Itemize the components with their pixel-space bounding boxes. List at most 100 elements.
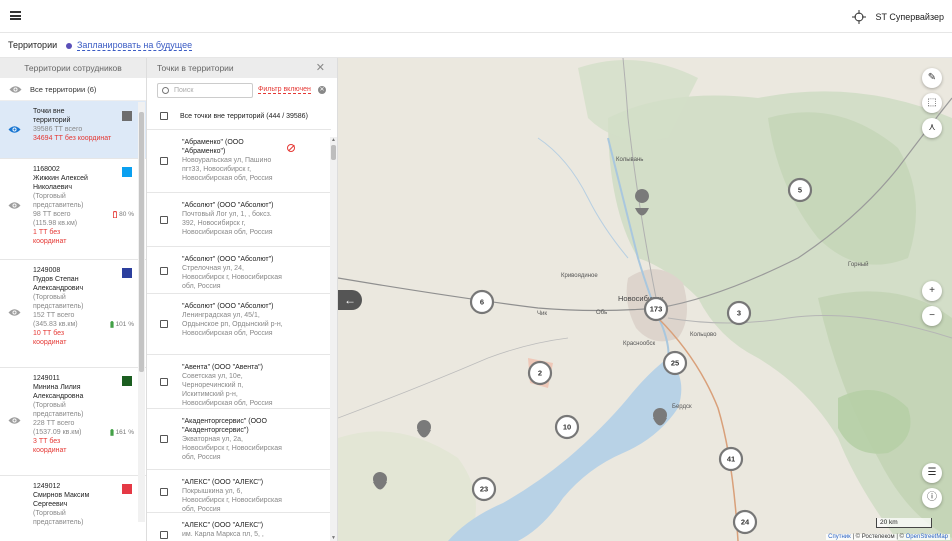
cluster-marker[interactable]: 23 [471, 476, 497, 502]
info-button[interactable]: ⓘ [922, 488, 942, 508]
color-swatch[interactable] [122, 268, 132, 278]
color-swatch[interactable] [122, 111, 132, 121]
scroll-up-icon[interactable]: ▲ [331, 137, 336, 143]
cluster-marker[interactable]: 6 [469, 289, 495, 315]
point-checkbox[interactable] [160, 267, 168, 275]
point-checkbox[interactable] [160, 216, 168, 224]
color-swatch[interactable] [122, 167, 132, 177]
eye-icon[interactable] [8, 125, 21, 134]
territory-total: 152 ТТ всего [33, 312, 75, 319]
cluster-marker[interactable]: 24 [732, 509, 758, 535]
all-territories-label: Все территории (6) [30, 84, 97, 94]
zoom-out-button[interactable]: − [922, 306, 942, 326]
cluster-marker[interactable]: 173 [643, 296, 669, 322]
list-item[interactable]: "Абсолют" (ООО "Абсолют") Почтовый Лог у… [147, 193, 331, 247]
left-panel-scrollbar[interactable] [138, 102, 145, 522]
menu-icon[interactable] [10, 11, 21, 20]
eye-icon[interactable] [8, 308, 21, 317]
plus-icon: + [929, 285, 935, 296]
scroll-thumb[interactable] [331, 145, 336, 160]
collapse-panel-button[interactable]: ← [338, 290, 362, 310]
cluster-marker[interactable]: 25 [662, 350, 688, 376]
territory-name: Пудов Степан Александрович [33, 276, 84, 292]
all-territories-row[interactable]: Все территории (6) [0, 78, 146, 101]
close-icon[interactable]: ✕ [316, 58, 325, 78]
map-scale: 20 km [876, 518, 932, 528]
arrow-left-icon[interactable]: ← [344, 293, 356, 307]
point-checkbox[interactable] [160, 157, 168, 165]
territory-total: 228 ТТ всего [33, 420, 75, 427]
attribution-sputnik-link[interactable]: Спутник [828, 534, 851, 540]
plan-future-link[interactable]: Запланировать на будущее [66, 40, 193, 51]
list-item[interactable]: "АЛЕКС" (ООО "АЛЕКС") им. Карла Маркса п… [147, 513, 331, 541]
polygon-tool-button[interactable]: ⋏ [922, 118, 942, 138]
cluster-marker[interactable]: 5 [787, 177, 813, 203]
place-label: Бердск [672, 404, 692, 410]
battery-icon [109, 429, 114, 436]
map-canvas[interactable]: КолываньКривоядиноеНовосибирскОбьКрасноо… [338, 58, 952, 541]
cluster-count: 10 [563, 423, 571, 432]
territory-item[interactable]: Точки вне территорий 39586 ТТ всего 3469… [0, 101, 146, 159]
point-address: Ленинградская ул, 45/1, Ордынское рп, Ор… [182, 312, 283, 337]
filter-enabled-link[interactable]: Фильтр включен [258, 86, 311, 94]
select-all-checkbox[interactable] [160, 112, 168, 120]
ruler-tool-button[interactable]: ✎ [922, 68, 942, 88]
polygon-icon: ⋏ [928, 122, 936, 133]
territory-item[interactable]: 1249011 Минина Лилия Александровна (Торг… [0, 368, 146, 476]
cluster-marker[interactable]: 3 [726, 300, 752, 326]
territory-item[interactable]: 1249012 Смирнов Максим Сергеевич (Торгов… [0, 476, 146, 541]
all-points-row[interactable]: Все точки вне территорий (444 / 39586) [147, 103, 331, 130]
point-checkbox[interactable] [160, 435, 168, 443]
list-item[interactable]: "Авента" (ООО "Авента") Советская ул, 10… [147, 355, 331, 409]
app-name: ST Супервайзер [875, 12, 944, 22]
territory-name: Минина Лилия Александровна [33, 384, 84, 400]
point-checkbox[interactable] [160, 488, 168, 496]
eye-icon[interactable] [8, 201, 21, 210]
employee-territories-panel: Территории сотрудников Все территории (6… [0, 58, 147, 541]
color-swatch[interactable] [122, 376, 132, 386]
list-item[interactable]: "Абраменко" (ООО "Абраменко") Новоуральс… [147, 130, 331, 193]
scroll-down-icon[interactable]: ▼ [331, 535, 336, 541]
territory-no-coords: 10 ТТ без координат [33, 330, 67, 346]
point-checkbox[interactable] [160, 320, 168, 328]
point-name: "Абраменко" (ООО "Абраменко") [182, 139, 244, 155]
cluster-count: 41 [727, 455, 735, 464]
no-location-icon [287, 144, 295, 152]
crosshair-icon [851, 10, 866, 24]
map-view[interactable]: Колывань Кривоядиное Новосибирск Обь Красноо… [338, 58, 952, 541]
battery-icon [109, 321, 114, 328]
point-name: "АЛЕКС" (ООО "АЛЕКС") [182, 479, 264, 486]
attribution-osm-link[interactable]: OpenStreetMap [906, 534, 948, 540]
cluster-marker[interactable]: 41 [718, 446, 744, 472]
cluster-marker[interactable]: 10 [554, 414, 580, 440]
territory-role: (Торговый представитель) [33, 193, 84, 209]
territory-item[interactable]: 1249008 Пудов Степан Александрович (Торг… [0, 260, 146, 368]
completion-percent: 161 % [109, 428, 134, 437]
color-swatch[interactable] [122, 484, 132, 494]
zoom-in-button[interactable]: + [922, 281, 942, 301]
list-item[interactable]: "Акаденторгсервис" (ООО "Акаденторгсерви… [147, 409, 331, 470]
cluster-count: 2 [538, 369, 542, 378]
point-checkbox[interactable] [160, 378, 168, 386]
search-input[interactable]: Поиск [157, 83, 253, 98]
territory-area: (115.98 кв.км) [33, 220, 78, 227]
scroll-thumb[interactable] [139, 112, 144, 372]
list-item[interactable]: "Абсолют" (ООО "Абсолют") Стрелочная ул,… [147, 247, 331, 294]
list-item[interactable]: "АЛЕКС" (ООО "АЛЕКС") Покрышкина ул, 6, … [147, 470, 331, 513]
cluster-marker[interactable]: 2 [527, 360, 553, 386]
cluster-count: 5 [798, 186, 802, 195]
plan-future-label[interactable]: Запланировать на будущее [77, 40, 193, 51]
completion-percent: 80 % [113, 210, 134, 219]
cluster-count: 3 [737, 309, 741, 318]
list-item[interactable]: "Абсолют" (ООО "Абсолют") Ленинградская … [147, 294, 331, 355]
points-scrollbar[interactable]: ▲ ▼ [330, 137, 337, 541]
territory-item[interactable]: 1168002 Жижкин Алексей Николаевич (Торго… [0, 159, 146, 260]
filter-settings-button[interactable]: ☰ [922, 463, 942, 483]
eye-icon[interactable] [8, 416, 21, 425]
point-checkbox[interactable] [160, 531, 168, 539]
info-icon: ⓘ [927, 492, 937, 503]
select-area-button[interactable]: ⬚ [922, 93, 942, 113]
clear-filter-icon[interactable]: ✕ [318, 86, 326, 94]
eye-icon[interactable] [9, 85, 22, 94]
territory-name: Точки вне территорий [33, 108, 71, 124]
